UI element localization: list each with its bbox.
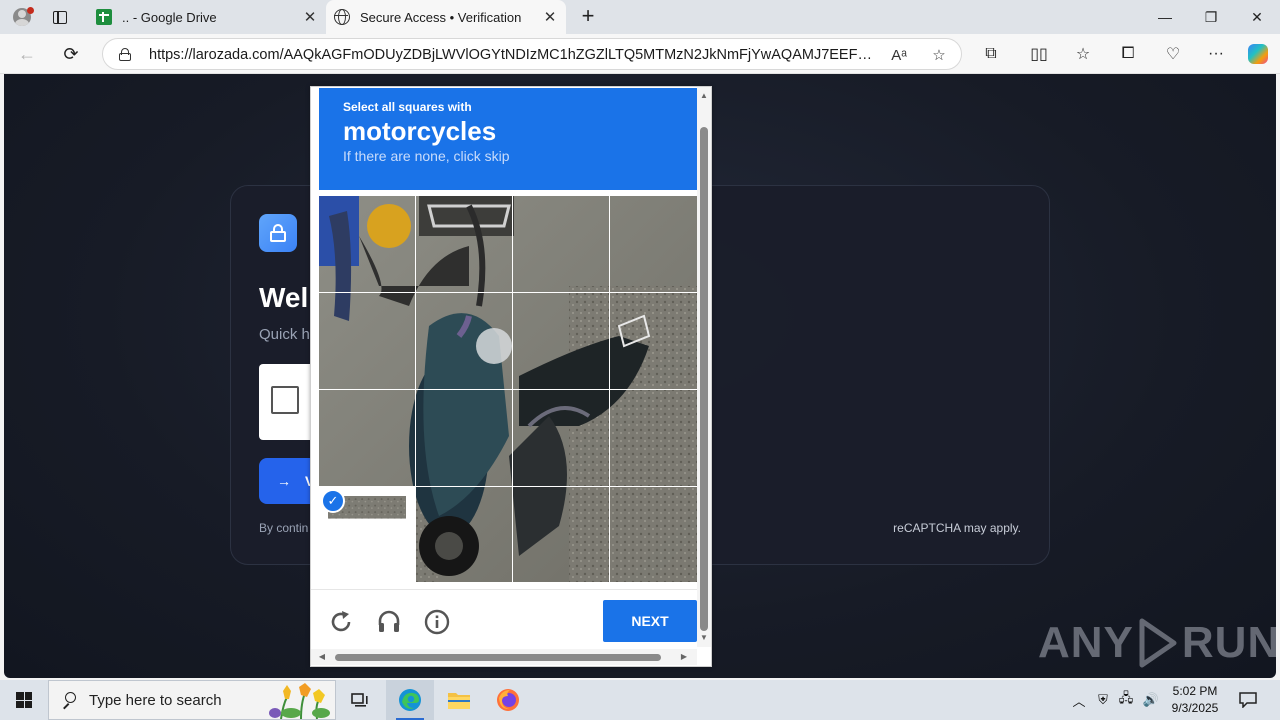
watermark-right: RUN	[1181, 618, 1276, 667]
minimize-button[interactable]: —	[1142, 0, 1188, 34]
scroll-down-icon[interactable]: ▼	[699, 633, 709, 643]
scroll-left-icon[interactable]: ◀	[317, 652, 327, 662]
taskbar-search[interactable]: Type here to search	[48, 680, 336, 720]
collections-icon[interactable]: ⧠	[1113, 40, 1143, 68]
challenge-tile[interactable]	[319, 196, 415, 292]
horizontal-scrollbar[interactable]: ◀ ▶	[311, 649, 697, 665]
windows-taskbar: Type here to search ︿ ⛨ 🖧 🔊 5:02 PM 9/3/…	[0, 680, 1280, 720]
favorites-icon[interactable]: ☆	[1068, 40, 1098, 68]
recaptcha-notice: reCAPTCHA may apply.	[893, 521, 1021, 535]
challenge-tile[interactable]	[416, 487, 512, 582]
profile-avatar-icon[interactable]	[8, 4, 36, 30]
arrow-right-icon: →	[277, 473, 291, 489]
search-icon	[61, 692, 77, 708]
task-view-icon[interactable]	[336, 680, 384, 720]
horizontal-scroll-thumb[interactable]	[335, 654, 661, 661]
challenge-tile[interactable]	[610, 196, 697, 292]
back-button[interactable]: ←	[12, 40, 42, 68]
challenge-tile[interactable]	[416, 390, 512, 486]
challenge-tile[interactable]	[513, 293, 609, 389]
challenge-tile[interactable]	[513, 196, 609, 292]
challenge-tile-selected[interactable]: ✓	[319, 487, 415, 582]
google-sheets-icon	[96, 9, 112, 25]
challenge-target: motorcycles	[343, 116, 497, 146]
close-tab-icon[interactable]: ✕	[298, 5, 322, 29]
challenge-hint: If there are none, click skip	[343, 148, 510, 164]
new-tab-button[interactable]: +	[576, 5, 600, 29]
reload-icon[interactable]	[327, 608, 355, 636]
anyrun-watermark: ANY RUN	[1038, 608, 1276, 678]
clock-time: 5:02 PM	[1172, 684, 1218, 698]
read-aloud-icon[interactable]: A͏ᵃ	[887, 44, 911, 66]
challenge-tile[interactable]	[513, 487, 609, 582]
scroll-right-icon[interactable]: ▶	[679, 652, 689, 662]
extensions-icon[interactable]: ⧉	[976, 40, 1006, 68]
info-icon[interactable]	[423, 608, 451, 636]
challenge-tile[interactable]	[319, 390, 415, 486]
challenge-tile[interactable]	[416, 293, 512, 389]
audio-icon[interactable]	[375, 608, 403, 636]
challenge-tile[interactable]	[319, 293, 415, 389]
challenge-instruction: Select all squares with	[343, 100, 472, 114]
start-button[interactable]	[0, 680, 48, 720]
page-subtitle: Quick h	[259, 326, 310, 343]
challenge-header: Select all squares with motorcycles If t…	[319, 88, 697, 190]
split-screen-icon[interactable]: ▯▯	[1024, 40, 1054, 68]
favorite-star-icon[interactable]: ☆	[927, 44, 951, 66]
tile-check-icon: ✓	[321, 489, 345, 513]
volume-icon[interactable]: 🔊	[1140, 680, 1162, 720]
defender-tray-icon[interactable]: ⛨	[1093, 680, 1113, 720]
url-text[interactable]: https://larozada.com/AAQkAGFmODUyZDBjLWV…	[149, 47, 879, 63]
challenge-tile[interactable]	[513, 390, 609, 486]
edge-icon[interactable]	[386, 680, 434, 720]
vertical-scroll-thumb[interactable]	[700, 127, 708, 631]
system-clock[interactable]: 5:02 PM 9/3/2025	[1160, 683, 1230, 717]
refresh-button[interactable]: ⟳	[56, 40, 86, 68]
close-tab-icon[interactable]: ✕	[538, 5, 562, 29]
challenge-tile[interactable]	[610, 487, 697, 582]
play-logo-icon	[1138, 617, 1178, 669]
tab-secure-access[interactable]: Secure Access • Verification ✕	[326, 0, 566, 34]
watermark-left: ANY	[1038, 618, 1134, 667]
browser-essentials-icon[interactable]: ♡	[1158, 40, 1188, 68]
challenge-tile[interactable]	[416, 196, 512, 292]
address-bar[interactable]: https://larozada.com/AAQkAGFmODUyZDBjLWV…	[102, 38, 962, 70]
captcha-checkbox[interactable]	[271, 386, 299, 414]
settings-more-icon[interactable]: ···	[1201, 40, 1231, 68]
tab-title: Secure Access • Verification	[360, 9, 522, 25]
network-icon[interactable]: 🖧	[1116, 680, 1136, 720]
next-button[interactable]: NEXT	[603, 600, 697, 642]
vertical-scrollbar[interactable]: ▲ ▼	[697, 87, 711, 647]
tab-google-drive[interactable]: .. - Google Drive ✕	[88, 0, 326, 34]
browser-toolbar: ← ⟳ https://larozada.com/AAQkAGFmODUyZDB…	[0, 34, 1280, 74]
copilot-icon[interactable]	[1243, 40, 1273, 68]
close-window-button[interactable]: ✕	[1234, 0, 1280, 34]
tab-actions-icon[interactable]	[48, 6, 72, 28]
browser-tab-strip: .. - Google Drive ✕ Secure Access • Veri…	[0, 0, 1280, 34]
windows-logo-icon	[16, 692, 32, 708]
file-explorer-icon[interactable]	[435, 680, 483, 720]
page-heading: Wel	[259, 282, 309, 313]
terms-text: By contin	[259, 521, 309, 535]
challenge-image-grid: ✓	[319, 196, 697, 582]
lock-icon[interactable]	[119, 48, 131, 61]
recaptcha-challenge: Select all squares with motorcycles If t…	[310, 86, 712, 667]
tray-overflow-icon[interactable]: ︿	[1068, 680, 1090, 720]
clock-date: 9/3/2025	[1171, 701, 1219, 715]
challenge-footer: NEXT	[311, 589, 703, 649]
search-highlight-flowers-icon	[269, 683, 330, 719]
notifications-icon[interactable]	[1234, 680, 1262, 720]
challenge-tile[interactable]	[610, 390, 697, 486]
globe-icon	[334, 9, 350, 25]
tab-title: .. - Google Drive	[122, 9, 217, 25]
lock-badge-icon	[259, 214, 297, 252]
search-placeholder: Type here to search	[89, 691, 222, 709]
scroll-up-icon[interactable]: ▲	[699, 91, 709, 101]
firefox-icon[interactable]	[484, 680, 532, 720]
restore-button[interactable]: ❐	[1188, 0, 1234, 34]
challenge-tile[interactable]	[610, 293, 697, 389]
